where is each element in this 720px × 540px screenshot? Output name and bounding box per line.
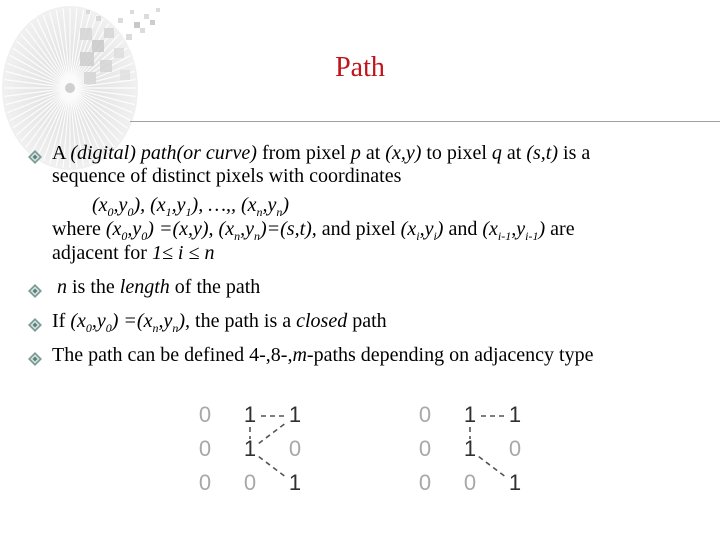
bullet-text-line: sequence of distinct pixels with coordin… <box>52 165 401 188</box>
text-segment: ,y <box>171 194 186 216</box>
text-segment: the path is a <box>190 310 297 332</box>
text-segment: -paths depending on adjacency type <box>306 344 594 366</box>
matrix-cell: 1 <box>288 470 302 495</box>
adjacency-figure-8-path: 0 1 1 0 1 0 0 0 1 <box>197 402 307 497</box>
bullet-text-line: The path can be defined 4-,8-,m-paths de… <box>52 344 593 367</box>
bullet-text-line: adjacent for 1≤ i ≤ n <box>52 242 214 265</box>
text-segment: at <box>360 142 386 164</box>
text-segment: ,y <box>511 218 526 240</box>
matrix-cell: 1 <box>243 402 257 427</box>
text-segment: ,y <box>113 194 128 216</box>
matrix-cell: 0 <box>198 470 212 495</box>
text-segment: are <box>545 218 575 240</box>
text-segment: length <box>119 276 170 298</box>
diamond-bullet-icon <box>28 147 42 164</box>
text-segment: sequence of distinct pixels with coordin… <box>52 165 402 187</box>
text-segment: ,y <box>240 218 254 240</box>
matrix-cell: 0 <box>418 402 432 427</box>
matrix-cell: 0 <box>463 470 477 495</box>
matrix-cell: 1 <box>463 402 477 427</box>
text-segment: (digital) path(or curve) <box>70 142 257 164</box>
path-link <box>478 455 507 479</box>
text-segment: (s,t) <box>526 142 559 164</box>
text-segment: is a <box>558 142 591 164</box>
text-segment <box>52 194 92 216</box>
diamond-bullet-icon <box>28 315 42 332</box>
text-segment: is the <box>67 276 120 298</box>
text-segment: where <box>52 218 106 240</box>
diamond-bullet-icon <box>28 281 42 298</box>
text-segment: and <box>443 218 483 240</box>
text-segment: ,y <box>262 194 277 216</box>
text-segment: closed <box>296 310 348 332</box>
text-segment: q <box>491 142 502 164</box>
text-segment: ) =(x <box>111 310 153 332</box>
matrix-cell: 0 <box>243 470 257 495</box>
text-segment: ), <box>178 310 191 332</box>
text-segment: )=(s,t), <box>259 218 317 240</box>
text-segment: (x <box>482 218 498 240</box>
matrix-cell: 0 <box>508 436 522 461</box>
text-segment: ,y <box>127 218 142 240</box>
text-segment: i-1 <box>497 229 512 243</box>
text-segment: (x <box>400 218 417 240</box>
matrix-cell: 0 <box>198 402 212 427</box>
matrix-cell: 1 <box>243 436 257 461</box>
text-segment: The path can be defined 4-,8-, <box>52 344 293 366</box>
bullet-text-line: If (x0,y0) =(xn,yn), the path is a close… <box>52 310 387 334</box>
text-segment: ), (x <box>133 194 166 216</box>
matrix-cell: 0 <box>288 436 302 461</box>
text-segment: of the path <box>169 276 261 298</box>
matrix-cell: 1 <box>508 402 522 427</box>
text-segment: ,y <box>158 310 173 332</box>
bullet-text-line: (x0,y0), (x1,y1), …,, (xn,yn) <box>52 194 290 218</box>
text-segment: adjacent for <box>52 242 152 264</box>
text-segment: to pixel <box>421 142 492 164</box>
diamond-bullet-icon <box>28 349 42 366</box>
text-segment: from pixel <box>256 142 351 164</box>
text-segment: i-1 <box>525 229 539 243</box>
matrix-cell: 1 <box>508 470 522 495</box>
text-segment: and pixel <box>316 218 401 240</box>
text-segment: A <box>52 142 71 164</box>
text-segment: ) <box>282 194 290 216</box>
text-segment: n <box>57 276 67 298</box>
path-link <box>258 421 287 445</box>
text-segment: (x,y) <box>385 142 422 164</box>
title-divider <box>130 121 720 122</box>
text-segment: (x <box>105 218 122 240</box>
text-segment: path <box>347 310 387 332</box>
bullet-text-line: where (x0,y0) =(x,y), (xn,yn)=(s,t), and… <box>52 218 575 243</box>
text-segment: ), …,, (x <box>191 194 257 216</box>
text-segment: 1≤ i ≤ n <box>151 242 215 264</box>
text-segment: ,y <box>91 310 106 332</box>
text-segment: ) =(x,y), (x <box>147 218 235 240</box>
text-segment: at <box>501 142 527 164</box>
matrix-cell: 1 <box>288 402 302 427</box>
text-segment: ,y <box>419 218 434 240</box>
matrix-cell: 0 <box>418 436 432 461</box>
text-segment: (x <box>70 310 86 332</box>
matrix-cell: 0 <box>418 470 432 495</box>
bullet-text-line: n is the length of the path <box>52 276 260 299</box>
slide-title: Path <box>335 52 385 83</box>
matrix-cell: 1 <box>463 436 477 461</box>
matrix-cell: 0 <box>198 436 212 461</box>
text-segment: p <box>350 142 361 164</box>
text-segment: (x <box>92 194 108 216</box>
text-segment: m <box>292 344 307 366</box>
adjacency-figure-m-path: 0 1 1 0 1 0 0 0 1 <box>417 402 527 497</box>
text-segment: If <box>52 310 71 332</box>
path-link <box>258 455 287 479</box>
bullet-text-line: A (digital) path(or curve) from pixel p … <box>52 142 590 165</box>
